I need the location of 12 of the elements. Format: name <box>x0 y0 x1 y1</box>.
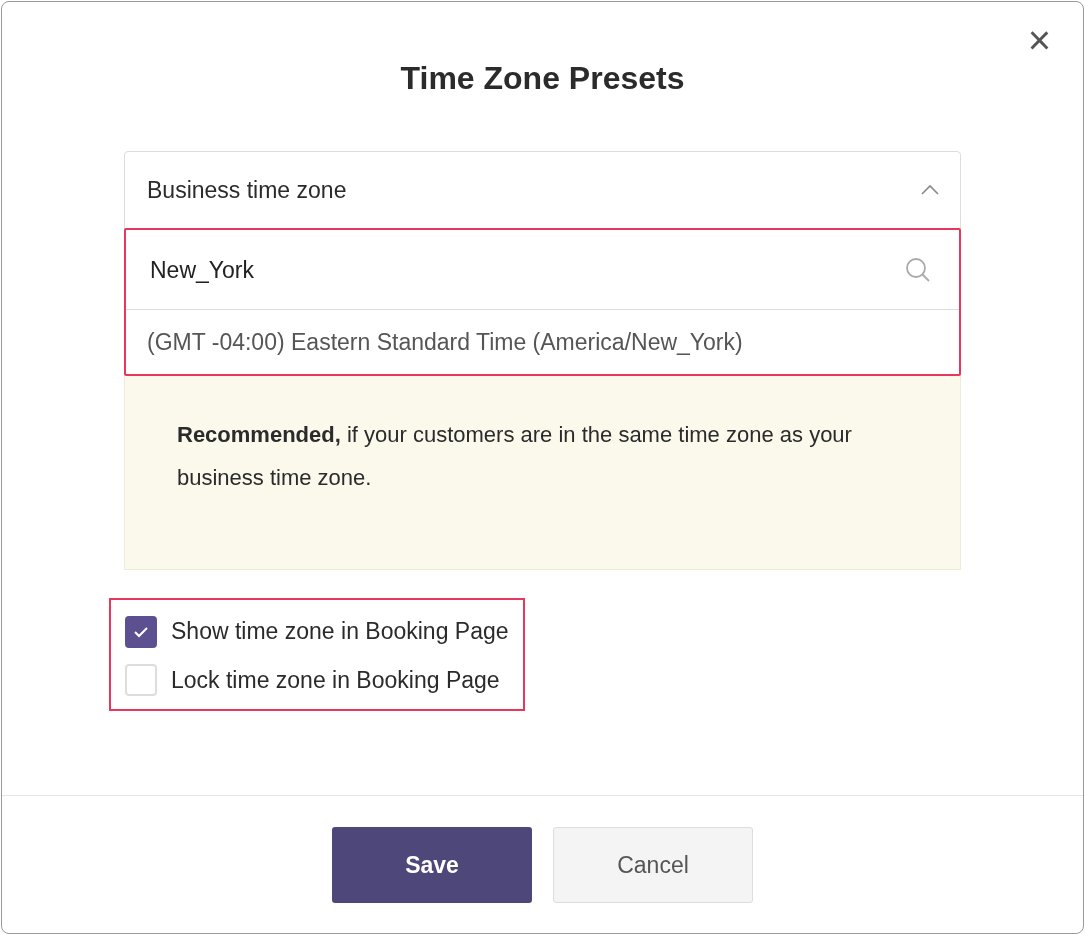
select-field[interactable]: Business time zone <box>124 151 961 230</box>
checkbox-label: Lock time zone in Booking Page <box>171 665 500 695</box>
save-button[interactable]: Save <box>332 827 532 903</box>
dialog-title: Time Zone Presets <box>400 59 685 98</box>
checkmark-icon <box>133 625 149 638</box>
dropdown-option[interactable]: (GMT -04:00) Eastern Standard Time (America/New_York) <box>126 310 959 375</box>
cancel-button[interactable]: Cancel <box>553 827 753 903</box>
note-text: Recommended, if your customers are in the same time zone as your business time zone. <box>177 421 853 493</box>
search-icon <box>905 256 931 283</box>
checkbox-label: Show time zone in Booking Page <box>171 617 509 647</box>
close-button[interactable]: × <box>1023 20 1055 60</box>
checkbox[interactable] <box>125 615 157 648</box>
